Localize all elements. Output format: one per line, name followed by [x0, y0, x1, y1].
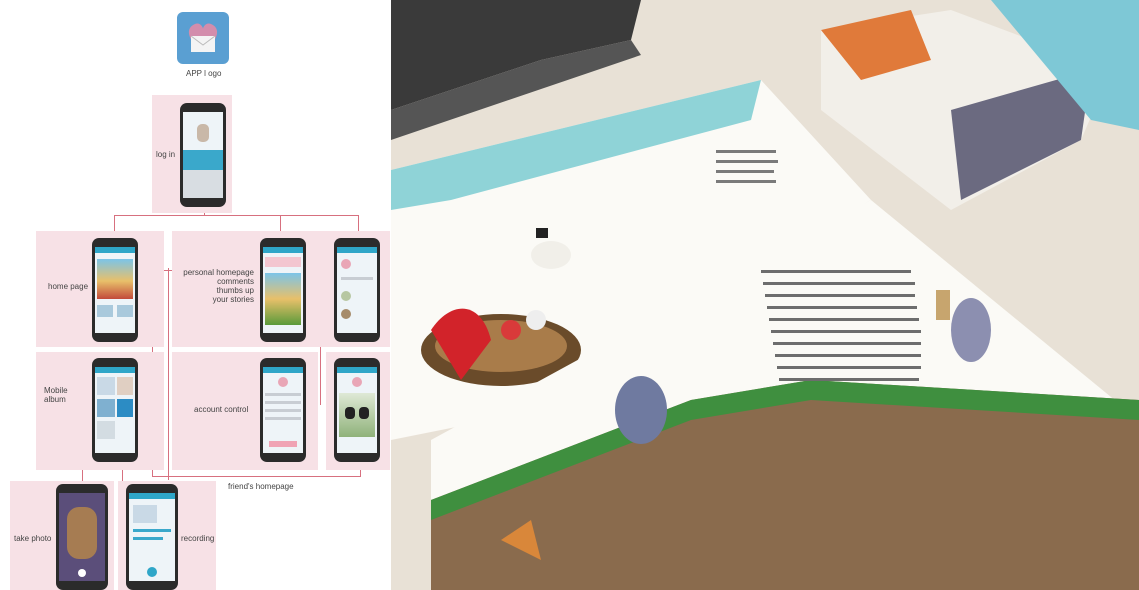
avatar [341, 291, 351, 301]
app-bar [95, 367, 135, 373]
home-label: home page [48, 282, 89, 291]
account-label: account control [194, 405, 249, 414]
setting-row [265, 393, 301, 396]
avatar [341, 259, 351, 269]
phone-screen [59, 493, 105, 581]
story-cover [265, 273, 301, 325]
phone-screen [129, 493, 175, 581]
thumb [97, 305, 113, 317]
panda-figure [359, 407, 369, 419]
phone-personal [260, 238, 306, 342]
photo-tile [117, 399, 133, 417]
app-bar [95, 247, 135, 253]
personal-label: personal homepage comments thumbs up you… [183, 268, 254, 304]
picture-book-photo [391, 0, 1139, 590]
photo-preview [133, 505, 157, 523]
phone-login [180, 103, 226, 207]
shutter-button [78, 569, 86, 577]
phone-friend [334, 358, 380, 462]
record-button [147, 567, 157, 577]
avatar [341, 309, 351, 319]
setting-row [265, 417, 301, 420]
phone-screen [95, 367, 135, 453]
phone-screen [337, 367, 377, 453]
connector [168, 268, 169, 480]
phone-album [92, 358, 138, 462]
app-bar [263, 367, 303, 373]
keyboard [183, 170, 223, 198]
flow-diagram: APP l ogo log in home page personal home… [0, 0, 390, 590]
photo-tile [97, 421, 115, 439]
login-label: log in [156, 150, 176, 159]
phone-comments [334, 238, 380, 342]
photo-tile [117, 377, 133, 395]
connector [114, 215, 358, 216]
photo-label: take photo [14, 534, 52, 543]
setting-row [265, 409, 301, 412]
text-line [133, 537, 163, 540]
photo-tile [97, 377, 115, 395]
photo-tile [97, 399, 115, 417]
album-label: Mobile album [44, 386, 68, 404]
connector [152, 476, 360, 477]
login-form [183, 150, 223, 170]
phone-screen [263, 367, 303, 453]
text-line [133, 529, 171, 532]
app-bar [263, 247, 303, 253]
phone-screen [183, 112, 223, 198]
logout-button [269, 441, 297, 447]
comment-line [341, 277, 373, 280]
phone-recording [126, 484, 178, 590]
heart-envelope-icon [188, 23, 218, 52]
app-bar [337, 247, 377, 253]
phone-screen [95, 247, 135, 333]
friend-label: friend's homepage [228, 482, 294, 491]
phone-screen [337, 247, 377, 333]
recording-label: recording [181, 534, 215, 543]
profile-row [265, 257, 301, 267]
login-avatar [197, 124, 209, 142]
setting-row [265, 401, 301, 404]
story-cover [97, 259, 133, 299]
app-bar [129, 493, 175, 499]
app-bar [337, 367, 377, 373]
avatar [352, 377, 362, 387]
thumb [117, 305, 133, 317]
avatar [278, 377, 288, 387]
picture-book-scene [391, 0, 1139, 590]
phone-home [92, 238, 138, 342]
bear-figure [67, 507, 97, 559]
phone-photo [56, 484, 108, 590]
phone-screen [263, 247, 303, 333]
app-logo [177, 12, 229, 64]
phone-account [260, 358, 306, 462]
app-logo-label: APP l ogo [186, 69, 222, 78]
panda-figure [345, 407, 355, 419]
